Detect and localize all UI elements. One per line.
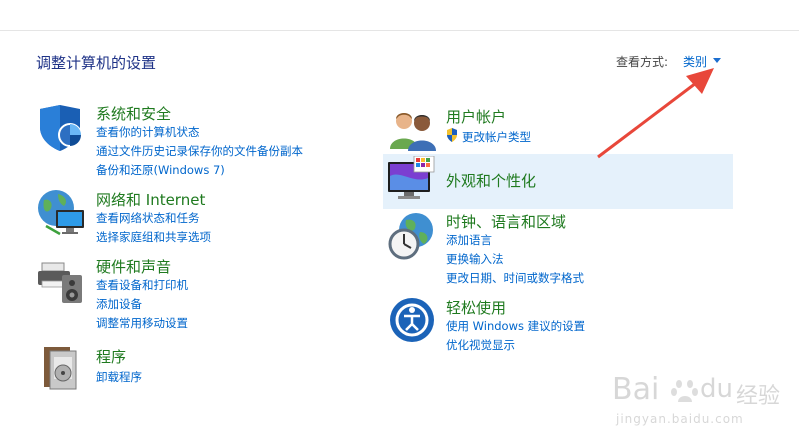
users-icon <box>390 113 436 151</box>
category-title-programs[interactable]: 程序 <box>96 346 126 367</box>
clock-globe-icon <box>388 213 433 260</box>
watermark-url: jingyan.baidu.com <box>616 412 744 426</box>
network-globe-icon <box>38 190 84 236</box>
link-change-account-type[interactable]: 更改帐户类型 <box>462 129 531 145</box>
link-optimize-visual-display[interactable]: 优化视觉显示 <box>446 337 515 353</box>
link-homegroup-sharing[interactable]: 选择家庭组和共享选项 <box>96 229 211 245</box>
top-bar <box>0 0 799 31</box>
uac-shield-icon <box>447 128 457 142</box>
ease-of-access-icon <box>390 298 434 342</box>
category-title-clock-language-region[interactable]: 时钟、语言和区域 <box>446 211 566 232</box>
link-view-computer-status[interactable]: 查看你的计算机状态 <box>96 124 200 140</box>
category-title-hardware-sound[interactable]: 硬件和声音 <box>96 256 171 277</box>
link-mobility-settings[interactable]: 调整常用移动设置 <box>96 315 188 331</box>
category-title-system-security[interactable]: 系统和安全 <box>96 103 171 124</box>
link-date-time-format[interactable]: 更改日期、时间或数字格式 <box>446 270 584 286</box>
monitor-palette-icon <box>388 156 435 199</box>
link-add-device[interactable]: 添加设备 <box>96 296 142 312</box>
link-backup-restore[interactable]: 备份和还原(Windows 7) <box>96 162 225 178</box>
link-uninstall-program[interactable]: 卸载程序 <box>96 369 142 385</box>
programs-icon <box>44 347 77 390</box>
annotation-arrow-icon <box>597 68 714 159</box>
printer-speaker-icon <box>38 262 82 303</box>
category-title-appearance-personalization[interactable]: 外观和个性化 <box>446 170 536 191</box>
link-change-input-method[interactable]: 更换输入法 <box>446 251 504 267</box>
page-title: 调整计算机的设置 <box>36 54 157 72</box>
category-title-ease-of-access[interactable]: 轻松使用 <box>446 297 506 318</box>
baidu-watermark: Bai du 经验 jingyan.baidu.com <box>612 372 782 432</box>
category-title-network-internet[interactable]: 网络和 Internet <box>96 189 205 210</box>
paw-icon <box>671 380 698 402</box>
link-add-language[interactable]: 添加语言 <box>446 232 492 248</box>
link-devices-printers[interactable]: 查看设备和打印机 <box>96 277 188 293</box>
link-file-history-backup[interactable]: 通过文件历史记录保存你的文件备份副本 <box>96 143 303 159</box>
link-recommended-settings[interactable]: 使用 Windows 建议的设置 <box>446 318 585 334</box>
category-title-user-accounts[interactable]: 用户帐户 <box>446 106 506 127</box>
shield-icon <box>40 105 82 151</box>
watermark-brand: Bai <box>612 372 660 407</box>
watermark-suffix: 经验 <box>736 384 781 409</box>
link-network-status[interactable]: 查看网络状态和任务 <box>96 210 200 226</box>
watermark-brand-2: du <box>700 374 733 404</box>
